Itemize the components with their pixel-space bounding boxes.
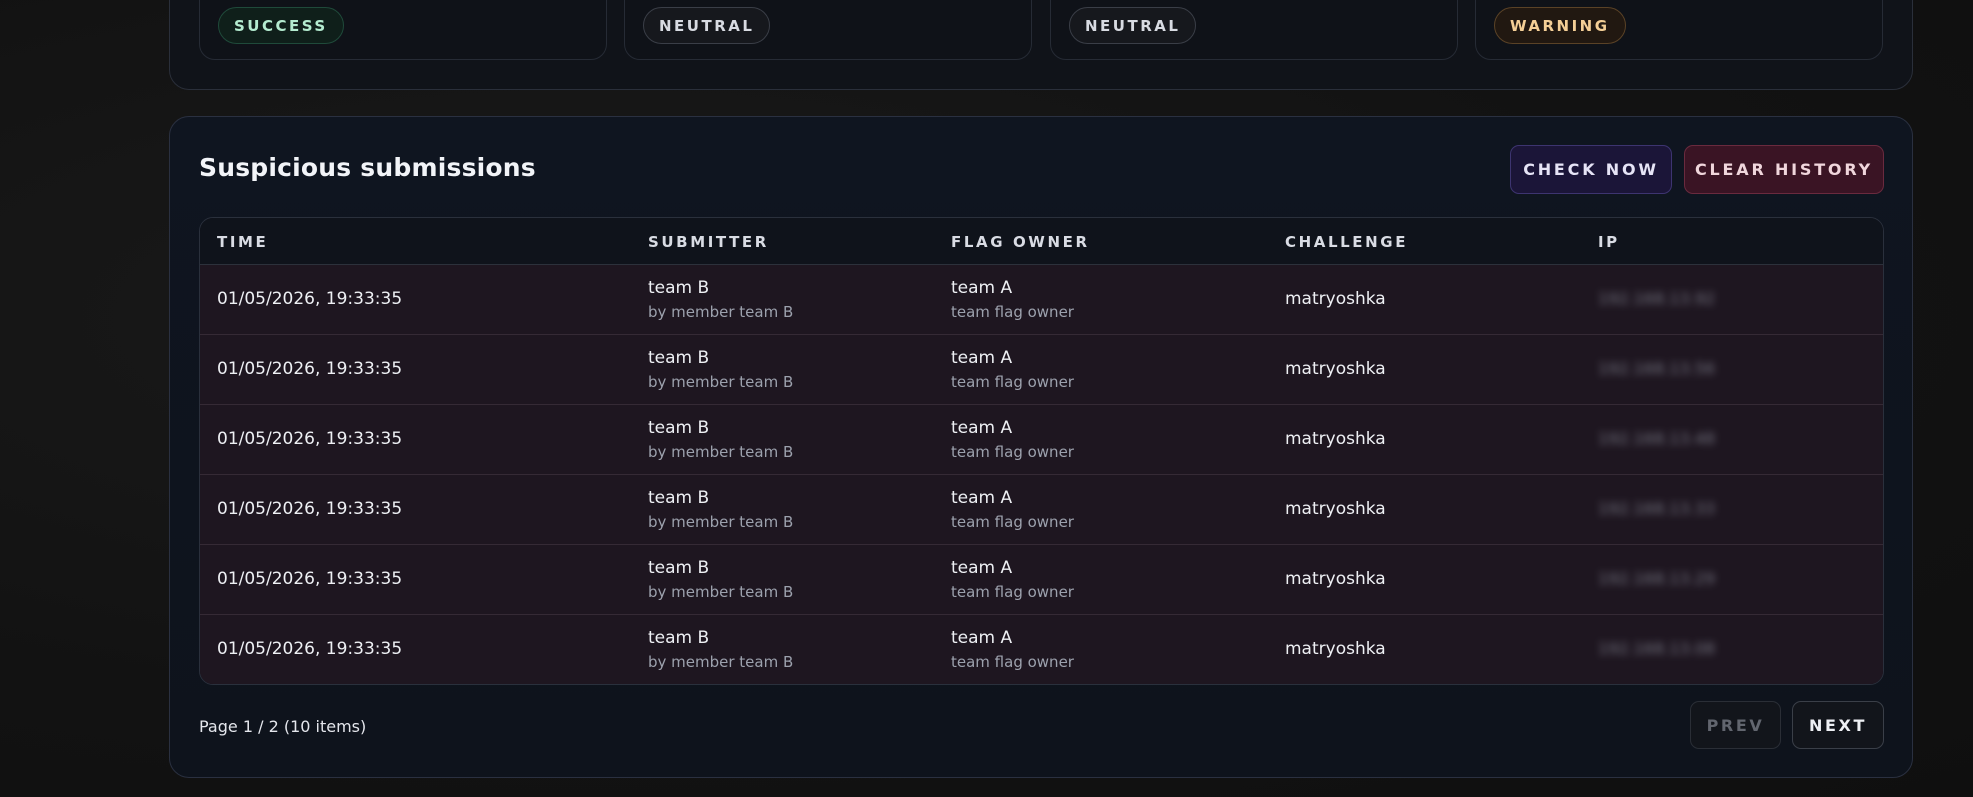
time-cell: 01/05/2026, 19:33:35 xyxy=(217,359,403,379)
ip-cell-blurred: 192.168.13.56 xyxy=(1598,359,1716,378)
status-badge-success: SUCCESS xyxy=(218,7,344,44)
panel-title: Suspicious submissions xyxy=(199,153,536,182)
flag-owner-name: team A xyxy=(951,628,1013,648)
time-cell: 01/05/2026, 19:33:35 xyxy=(217,289,403,309)
stats-panel: SUCCESS NEUTRAL NEUTRAL WARNING xyxy=(169,0,1913,90)
check-now-button[interactable]: CHECK NOW xyxy=(1510,145,1672,194)
submitter-member: by member team B xyxy=(648,653,794,671)
table-header: TIME SUBMITTER FLAG OWNER CHALLENGE IP xyxy=(200,218,1883,265)
table-row[interactable]: 01/05/2026, 19:33:35 team B by member te… xyxy=(200,335,1883,405)
stat-card: NEUTRAL xyxy=(1050,0,1458,60)
ip-cell-blurred: 192.168.13.08 xyxy=(1598,639,1716,658)
table-row[interactable]: 01/05/2026, 19:33:35 team B by member te… xyxy=(200,615,1883,684)
flag-owner-role: team flag owner xyxy=(951,513,1074,531)
column-header-submitter[interactable]: SUBMITTER xyxy=(648,233,769,251)
challenge-cell: matryoshka xyxy=(1285,359,1386,379)
suspicious-submissions-panel: Suspicious submissions CHECK NOW CLEAR H… xyxy=(169,116,1913,778)
submitter-member: by member team B xyxy=(648,583,794,601)
stat-card: NEUTRAL xyxy=(624,0,1032,60)
ip-cell-blurred: 192.168.13.92 xyxy=(1598,289,1716,308)
ip-cell-blurred: 192.168.13.33 xyxy=(1598,499,1716,518)
submitter-member: by member team B xyxy=(648,373,794,391)
submitter-member: by member team B xyxy=(648,443,794,461)
challenge-cell: matryoshka xyxy=(1285,639,1386,659)
column-header-flag-owner[interactable]: FLAG OWNER xyxy=(951,233,1090,251)
ip-cell-blurred: 192.168.13.48 xyxy=(1598,429,1716,448)
submitter-name: team B xyxy=(648,558,710,578)
status-badge-neutral: NEUTRAL xyxy=(1069,7,1197,44)
flag-owner-name: team A xyxy=(951,558,1013,578)
column-header-time[interactable]: TIME xyxy=(217,233,268,251)
ip-cell-blurred: 192.168.13.29 xyxy=(1598,569,1716,588)
flag-owner-name: team A xyxy=(951,488,1013,508)
submitter-member: by member team B xyxy=(648,513,794,531)
submitter-name: team B xyxy=(648,488,710,508)
submitter-name: team B xyxy=(648,278,710,298)
pagination-info: Page 1 / 2 (10 items) xyxy=(199,717,367,736)
flag-owner-name: team A xyxy=(951,278,1013,298)
submitter-name: team B xyxy=(648,348,710,368)
flag-owner-name: team A xyxy=(951,348,1013,368)
stat-card: WARNING xyxy=(1475,0,1883,60)
submitter-name: team B xyxy=(648,628,710,648)
table-row[interactable]: 01/05/2026, 19:33:35 team B by member te… xyxy=(200,405,1883,475)
status-badge-warning: WARNING xyxy=(1494,7,1626,44)
submissions-table: TIME SUBMITTER FLAG OWNER CHALLENGE IP 0… xyxy=(199,217,1884,685)
time-cell: 01/05/2026, 19:33:35 xyxy=(217,499,403,519)
time-cell: 01/05/2026, 19:33:35 xyxy=(217,429,403,449)
challenge-cell: matryoshka xyxy=(1285,499,1386,519)
time-cell: 01/05/2026, 19:33:35 xyxy=(217,569,403,589)
challenge-cell: matryoshka xyxy=(1285,569,1386,589)
submitter-name: team B xyxy=(648,418,710,438)
flag-owner-role: team flag owner xyxy=(951,443,1074,461)
next-page-button[interactable]: NEXT xyxy=(1792,701,1884,749)
prev-page-button[interactable]: PREV xyxy=(1690,701,1781,749)
flag-owner-role: team flag owner xyxy=(951,303,1074,321)
submitter-member: by member team B xyxy=(648,303,794,321)
status-badge-neutral: NEUTRAL xyxy=(643,7,771,44)
clear-history-button[interactable]: CLEAR HISTORY xyxy=(1684,145,1884,194)
time-cell: 01/05/2026, 19:33:35 xyxy=(217,639,403,659)
column-header-challenge[interactable]: CHALLENGE xyxy=(1285,233,1408,251)
table-row[interactable]: 01/05/2026, 19:33:35 team B by member te… xyxy=(200,475,1883,545)
table-row[interactable]: 01/05/2026, 19:33:35 team B by member te… xyxy=(200,545,1883,615)
flag-owner-role: team flag owner xyxy=(951,583,1074,601)
challenge-cell: matryoshka xyxy=(1285,289,1386,309)
column-header-ip[interactable]: IP xyxy=(1598,233,1620,251)
challenge-cell: matryoshka xyxy=(1285,429,1386,449)
flag-owner-role: team flag owner xyxy=(951,373,1074,391)
flag-owner-name: team A xyxy=(951,418,1013,438)
stat-card: SUCCESS xyxy=(199,0,607,60)
flag-owner-role: team flag owner xyxy=(951,653,1074,671)
table-row[interactable]: 01/05/2026, 19:33:35 team B by member te… xyxy=(200,265,1883,335)
